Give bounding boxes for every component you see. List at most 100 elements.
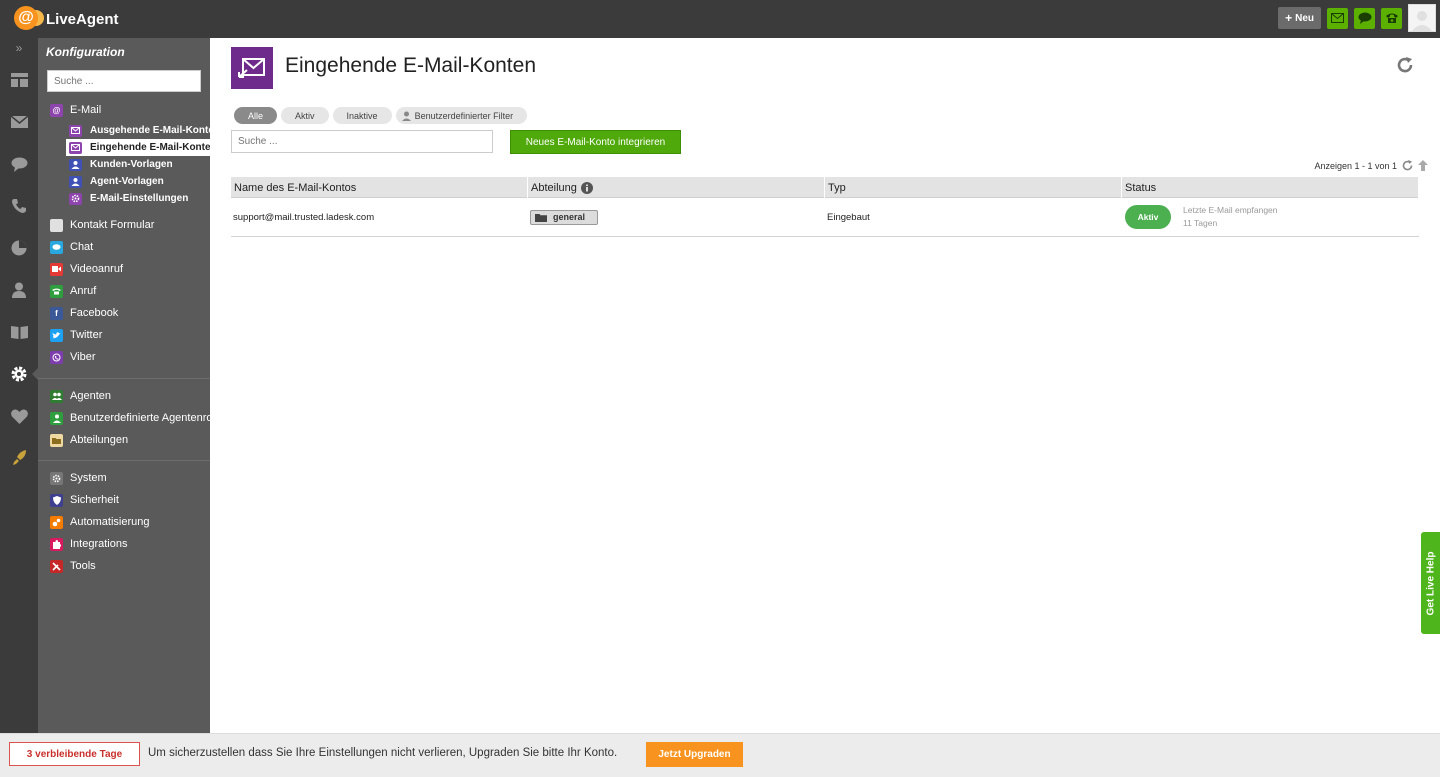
email-settings-icon [69,192,82,205]
filter-inactive[interactable]: Inaktive [332,107,392,124]
agents-icon [50,389,63,403]
rail-configuration[interactable] [0,356,38,392]
new-email-button[interactable] [1327,7,1348,29]
email-accounts-table: Name des E-Mail-Kontos Abteilung Typ Sta… [231,177,1419,237]
status-badge[interactable]: Aktiv [1125,205,1171,229]
new-call-button[interactable] [1381,7,1402,29]
sidebar-item-agent-templates[interactable]: Agent-Vorlagen [66,173,210,190]
dashboard-icon [10,73,28,87]
sidebar-item-facebook[interactable]: f Facebook [50,303,118,323]
sidebar-item-viber[interactable]: Viber [50,347,95,367]
expand-nav-icon[interactable]: » [0,38,38,58]
sidebar-item-integrations[interactable]: Integrations [50,534,127,554]
sidebar-item-customer-templates[interactable]: Kunden-Vorlagen [66,156,210,173]
info-icon[interactable] [580,181,593,194]
logo-icon: @ [14,6,44,32]
main-nav-rail: » [0,38,38,733]
twitter-icon [50,328,63,342]
calls-icon [12,199,26,213]
filter-custom[interactable]: Benutzerdefinierter Filter [395,107,528,124]
search-input[interactable] [231,130,493,153]
refresh-page-button[interactable] [1396,56,1414,77]
rail-dashboard[interactable] [0,62,38,98]
logo-text: LiveAgent [46,10,119,28]
user-avatar[interactable] [1408,4,1436,32]
rail-heart[interactable] [0,398,38,434]
video-call-icon [50,262,63,276]
new-button[interactable]: + Neu [1278,7,1321,29]
tools-icon [50,559,63,573]
rail-knowledgebase[interactable] [0,314,38,350]
account-name[interactable]: support@mail.trusted.ladesk.com [231,198,528,236]
rail-tickets[interactable] [0,104,38,140]
column-header-type[interactable]: Typ [825,177,1122,198]
sidebar-item-contact-form[interactable]: Kontakt Formular [50,215,154,235]
contacts-icon [12,282,26,298]
sidebar-item-incoming-email[interactable]: Eingehende E-Mail-Konten [66,139,210,156]
sidebar-item-outgoing-email[interactable]: Ausgehende E-Mail-Konten [66,122,210,139]
get-live-help-tab[interactable]: Get Live Help [1421,532,1440,634]
sidebar-title: Konfiguration [46,45,125,59]
chat-icon [11,157,27,172]
new-chat-button[interactable] [1354,7,1375,29]
rail-contacts[interactable] [0,272,38,308]
sidebar-item-custom-agent-role[interactable]: Benutzerdefinierte Agentenrolle [50,408,210,428]
system-gear-icon [50,471,63,485]
knowledgebase-icon [10,326,28,339]
filter-active[interactable]: Aktiv [281,107,329,124]
customer-templates-icon [69,158,82,171]
sidebar-item-video-call[interactable]: Videoanruf [50,259,123,279]
sidebar-item-security[interactable]: Sicherheit [50,490,119,510]
user-filter-icon [401,111,411,121]
pagination: Anzeigen 1 - 1 von 1 [1314,160,1428,171]
refresh-icon [1397,57,1413,73]
sidebar-item-automation[interactable]: Automatisierung [50,512,150,532]
sidebar-item-chat[interactable]: Chat [50,237,93,257]
integrate-email-account-button[interactable]: Neues E-Mail-Konto integrieren [510,130,681,154]
sidebar-item-twitter[interactable]: Twitter [50,325,102,345]
rail-calls[interactable] [0,188,38,224]
sidebar-search-input[interactable] [47,70,201,92]
liveagent-logo[interactable]: @ LiveAgent [14,6,119,32]
department-cell: general [528,198,825,236]
automation-gears-icon [50,515,63,529]
sidebar-item-email-settings[interactable]: E-Mail-Einstellungen [66,190,210,207]
scroll-up-icon[interactable] [1418,160,1428,171]
tickets-icon [10,116,28,128]
outgoing-email-icon [69,124,82,137]
sidebar-item-system[interactable]: System [50,468,107,488]
page-title: Eingehende E-Mail-Konten [285,54,536,77]
email-at-icon: @ [50,103,63,117]
rail-getting-started[interactable] [0,440,38,476]
sidebar-item-tools[interactable]: Tools [50,556,96,576]
sidebar-item-agents[interactable]: Agenten [50,386,111,406]
sidebar-item-email[interactable]: @ E-Mail [50,100,101,120]
sidebar-item-departments[interactable]: Abteilungen [50,430,128,450]
status-cell: Aktiv Letzte E-Mail empfangen 11 Tagen [1122,198,1419,236]
rail-chat[interactable] [0,146,38,182]
column-header-department[interactable]: Abteilung [528,177,825,198]
sidebar-item-call[interactable]: Anruf [50,281,96,301]
chat-icon [1358,12,1371,24]
refresh-list-icon[interactable] [1402,160,1413,171]
departments-folder-icon [50,433,63,447]
plus-icon: + [1285,11,1293,25]
incoming-email-page-icon [231,47,273,89]
upgrade-now-button[interactable]: Jetzt Upgraden [646,742,743,767]
sidebar-divider [38,378,210,379]
filter-bar: Alle Aktiv Inaktive Benutzerdefinierter … [234,107,528,124]
puzzle-icon [50,537,63,551]
phone-icon [1385,13,1398,23]
heart-icon [10,409,28,424]
reports-icon [11,240,27,256]
column-header-name[interactable]: Name des E-Mail-Kontos [231,177,528,198]
department-badge[interactable]: general [530,209,598,225]
table-row[interactable]: support@mail.trusted.ladesk.com general … [231,198,1419,237]
sidebar-divider [38,460,210,461]
filter-all[interactable]: Alle [234,107,278,124]
column-header-status[interactable]: Status [1122,177,1419,198]
rail-reports[interactable] [0,230,38,266]
facebook-icon: f [50,306,63,320]
user-avatar-icon [1412,11,1432,31]
folder-icon [535,213,547,222]
